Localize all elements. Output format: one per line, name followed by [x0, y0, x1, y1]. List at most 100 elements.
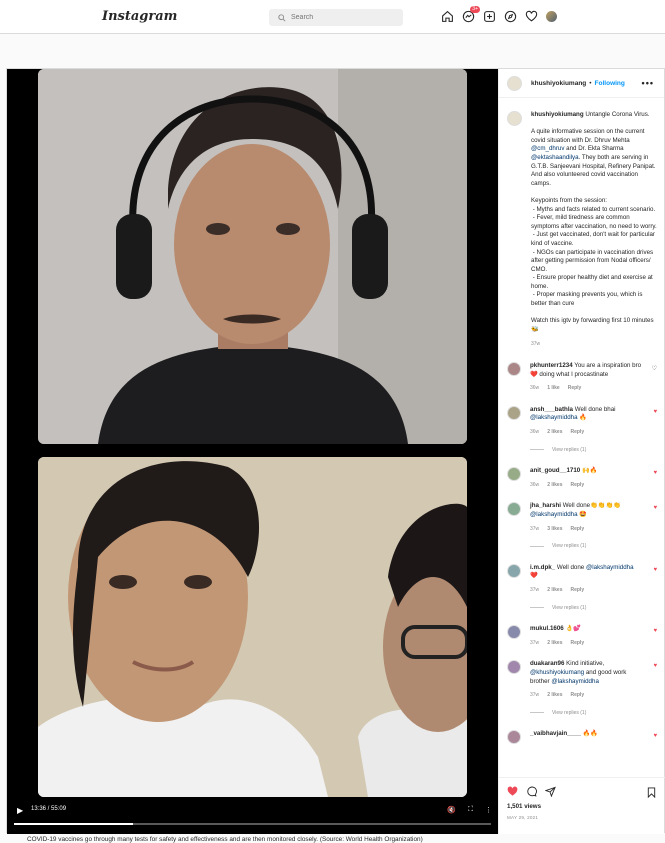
profile-avatar[interactable] — [546, 10, 559, 23]
following-button[interactable]: Following — [595, 80, 625, 87]
like-heart-icon[interactable] — [507, 786, 518, 797]
view-replies-button[interactable]: View replies (1) — [530, 446, 642, 455]
mention-link[interactable]: @lakshaymiddha — [586, 564, 634, 571]
bookmark-icon[interactable] — [646, 787, 657, 798]
comment-meta: 37w 2 likes Reply — [530, 691, 642, 700]
comment-like-heart-icon[interactable]: ♡ — [652, 365, 657, 372]
mention-link[interactable]: @lakshaymiddha — [551, 678, 599, 685]
comment-likes[interactable]: 2 likes — [547, 639, 562, 648]
comment-item: _vaibhavjain____ 🔥🔥 ♥ — [507, 730, 657, 745]
comment-item: duakaran96 Kind initiative, @khushiyokiu… — [507, 660, 657, 717]
comment-likes[interactable]: 2 likes — [547, 691, 562, 700]
explore-icon[interactable] — [504, 10, 517, 23]
view-replies-button[interactable]: View replies (1) — [530, 542, 642, 551]
comment-like-heart-icon[interactable]: ♥ — [653, 505, 657, 511]
new-post-icon[interactable] — [483, 10, 496, 23]
avatar[interactable] — [507, 362, 521, 377]
post-header: khushiyokiumang • Following ••• — [499, 69, 664, 98]
comment-like-heart-icon[interactable]: ♥ — [653, 567, 657, 573]
mention-link[interactable]: @lakshaymiddha — [530, 511, 578, 518]
comments-scroll-area[interactable]: khushiyokiumang Untangle Corona Virus. A… — [499, 99, 665, 777]
video-frame-top — [38, 69, 467, 444]
search-box[interactable] — [269, 9, 403, 26]
activity-heart-icon[interactable] — [525, 10, 538, 23]
avatar[interactable] — [507, 730, 521, 745]
mention-link[interactable]: @khushiyokiumang — [530, 669, 584, 676]
messenger-icon[interactable]: 3+ — [462, 6, 480, 23]
comment-item: pkhunterr1234 You are a inspiration bro … — [507, 362, 657, 393]
share-icon[interactable] — [545, 786, 556, 797]
comment-body: _vaibhavjain____ 🔥🔥 — [530, 730, 642, 744]
comment-like-heart-icon[interactable]: ♥ — [653, 409, 657, 415]
instagram-logo[interactable]: Instagram — [102, 9, 177, 24]
mute-icon[interactable]: 🔇 — [447, 806, 456, 814]
reply-button[interactable]: Reply — [570, 586, 584, 595]
play-icon[interactable]: ▶ — [17, 806, 23, 815]
comment-likes[interactable]: 2 likes — [547, 428, 562, 437]
caption-p1a: A quite informative session on the curre… — [531, 128, 647, 144]
comment-item: anit_goud__1710 🙌🔥 36w 2 likes Reply ♥ — [507, 467, 657, 489]
comment-username[interactable]: mukul.1606 — [530, 625, 564, 632]
view-replies-label: View replies (1) — [552, 446, 587, 453]
video-player[interactable]: ▶ 13:36 / 55:09 🔇 ⛶ ⋮ — [7, 69, 498, 834]
mention-link[interactable]: @ektashaandilya — [531, 154, 579, 161]
avatar[interactable] — [507, 625, 521, 640]
avatar[interactable] — [507, 75, 522, 91]
video-progress-bar[interactable] — [14, 823, 491, 825]
video-time: 13:36 / 55:09 — [31, 806, 67, 812]
video-progress-fill — [14, 823, 134, 825]
post-caption: khushiyokiumang Untangle Corona Virus. A… — [507, 111, 657, 349]
more-options-button[interactable]: ••• — [642, 78, 654, 88]
more-options-icon[interactable]: ⋮ — [485, 806, 492, 814]
video-caption-strip: COVID-19 vaccines go through many tests … — [27, 836, 423, 843]
mention-link[interactable]: @cm_dhruv — [531, 145, 564, 152]
post-author-username[interactable]: khushiyokiumang — [531, 80, 586, 87]
reply-button[interactable]: Reply — [570, 691, 584, 700]
avatar[interactable] — [507, 111, 522, 126]
comment-username[interactable]: jha_harshi — [530, 502, 561, 509]
reply-button[interactable]: Reply — [570, 428, 584, 437]
caption-username[interactable]: khushiyokiumang — [531, 111, 584, 118]
comment-likes[interactable]: 1 like — [547, 384, 560, 393]
comment-text: 🔥🔥 — [582, 730, 599, 738]
mention-link[interactable]: @lakshaymiddha — [530, 414, 578, 421]
reply-button[interactable]: Reply — [570, 525, 584, 534]
reply-button[interactable]: Reply — [570, 639, 584, 648]
comment-likes[interactable]: 3 likes — [547, 525, 562, 534]
caption-text: khushiyokiumang Untangle Corona Virus. A… — [531, 111, 657, 349]
reply-button[interactable]: Reply — [568, 384, 582, 393]
comment-text: Well done bhai — [574, 405, 616, 413]
comment-icon[interactable] — [526, 786, 537, 797]
separator-dot: • — [589, 79, 592, 87]
video-frame-bottom — [38, 457, 467, 797]
view-replies-label: View replies (1) — [552, 709, 587, 716]
comment-username[interactable]: ansh___bathla — [530, 406, 573, 413]
comment-like-heart-icon[interactable]: ♥ — [653, 733, 657, 739]
avatar[interactable] — [507, 467, 521, 482]
comment-age: 36w — [530, 385, 540, 392]
comment-like-heart-icon[interactable]: ♥ — [653, 663, 657, 669]
comment-username[interactable]: pkhunterr1234 — [530, 362, 573, 369]
search-input[interactable] — [291, 14, 391, 21]
replies-line — [530, 545, 544, 547]
comment-like-heart-icon[interactable]: ♥ — [653, 470, 657, 476]
comment-likes[interactable]: 2 likes — [547, 586, 562, 595]
reply-button[interactable]: Reply — [570, 481, 584, 490]
fullscreen-icon[interactable]: ⛶ — [468, 806, 473, 814]
home-icon[interactable] — [441, 10, 454, 23]
avatar[interactable] — [507, 660, 521, 675]
comment-like-heart-icon[interactable]: ♥ — [653, 628, 657, 634]
avatar[interactable] — [507, 405, 521, 420]
comment-likes[interactable]: 2 likes — [547, 481, 562, 490]
comment-username[interactable]: i.m.dpk_ — [530, 564, 555, 571]
comment-item: mukul.1606 👌💕 37w 2 likes Reply ♥ — [507, 625, 657, 647]
comment-username[interactable]: duakaran96 — [530, 660, 564, 667]
view-replies-button[interactable]: View replies (1) — [530, 709, 642, 718]
search-icon — [278, 13, 286, 22]
avatar[interactable] — [507, 502, 521, 517]
comment-username[interactable]: anit_goud__1710 — [530, 467, 580, 474]
avatar[interactable] — [507, 563, 521, 578]
comment-emoji: 🔥 — [577, 414, 587, 422]
view-replies-button[interactable]: View replies (1) — [530, 604, 642, 613]
comment-username[interactable]: _vaibhavjain____ — [530, 730, 581, 737]
